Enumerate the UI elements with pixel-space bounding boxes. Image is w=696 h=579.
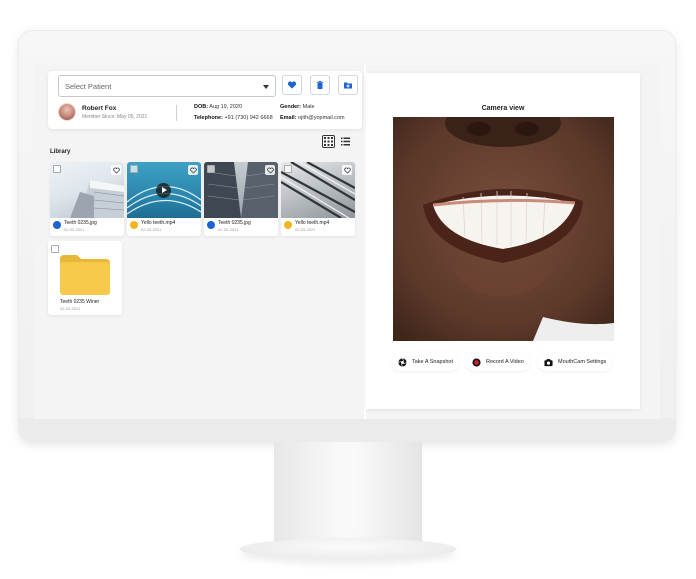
chevron-down-icon: [263, 85, 269, 89]
video-file-icon: [130, 221, 138, 229]
gender-label: Gender:: [280, 104, 302, 110]
grid-view-button[interactable]: [322, 135, 335, 148]
mouthcam-settings-button[interactable]: MouthCam Settings: [538, 353, 613, 371]
patient-select-placeholder: Select Patient: [65, 82, 112, 91]
monitor-stand-neck: [274, 442, 422, 542]
list-view-button[interactable]: [339, 135, 352, 148]
trash-icon: [316, 81, 324, 89]
item-date: 02-03-2021: [141, 227, 162, 232]
camera-title: Camera view: [481, 105, 525, 112]
patient-name: Robert Fox: [82, 105, 117, 112]
camera-view[interactable]: [393, 117, 614, 341]
record-button[interactable]: Record A Video: [466, 353, 530, 371]
telephone-info: Telephone: +91 (730) 942 6668: [194, 115, 273, 121]
item-checkbox[interactable]: [284, 165, 292, 173]
record-label: Record A Video: [486, 359, 524, 365]
monitor-stand-base: [240, 538, 456, 560]
email-label: Email:: [280, 115, 297, 121]
divider: [176, 105, 177, 121]
mouthcam-settings-label: MouthCam Settings: [558, 359, 607, 365]
item-checkbox[interactable]: [53, 165, 61, 173]
library-item[interactable]: Teeth 0235.jpg 02-03-2021: [50, 162, 124, 236]
aperture-icon: [398, 357, 407, 367]
email-info: Email: ojith@yopmail.com: [280, 115, 345, 121]
folder-name: Teeth 0235 Winer: [60, 299, 100, 305]
dob-label: DOB:: [194, 104, 209, 110]
item-name: Teeth 0235.jpg: [218, 220, 251, 226]
folder-icon: [60, 255, 110, 295]
gender-value: Male: [302, 104, 315, 110]
camera-card: Camera view Take A Snapshot Record A Vid…: [366, 73, 640, 409]
library-item[interactable]: Yello teeth.mp4 02-03-2021: [281, 162, 355, 236]
snapshot-button[interactable]: Take A Snapshot: [392, 353, 459, 371]
dob-info: DOB: Aug 19, 2020: [194, 104, 242, 110]
library-item[interactable]: Teeth 0235.jpg 02-03-2021: [204, 162, 278, 236]
item-favorite-button[interactable]: [111, 165, 121, 175]
library-item[interactable]: Yello teeth.mp4 02-03-2021: [127, 162, 201, 236]
folder-date: 02-03-2021: [60, 306, 81, 311]
grid-icon: [324, 137, 333, 146]
gender-info: Gender: Male: [280, 104, 315, 110]
heart-outline-icon: [112, 167, 120, 174]
list-icon: [341, 137, 350, 146]
library-title: Library: [50, 149, 71, 155]
item-checkbox[interactable]: [130, 165, 138, 173]
item-name: Yello teeth.mp4: [295, 220, 330, 226]
email-value: ojith@yopmail.com: [298, 115, 345, 121]
heart-icon: [287, 81, 297, 89]
heart-outline-icon: [343, 167, 351, 174]
play-icon[interactable]: [156, 183, 171, 198]
telephone-label: Telephone:: [194, 115, 223, 121]
camera-feed-image: [393, 117, 614, 341]
delete-button[interactable]: [310, 75, 330, 95]
heart-outline-icon: [189, 167, 197, 174]
folder-plus-icon: [344, 82, 352, 89]
image-file-icon: [53, 221, 61, 229]
camera-panel: Camera view Take A Snapshot Record A Vid…: [366, 65, 660, 419]
video-file-icon: [284, 221, 292, 229]
item-date: 02-03-2021: [295, 227, 316, 232]
dob-value: Aug 19, 2020: [209, 104, 243, 110]
snapshot-label: Take A Snapshot: [412, 359, 453, 365]
add-folder-button[interactable]: [338, 75, 358, 95]
heart-outline-icon: [266, 167, 274, 174]
library-panel: Select Patient Robert Fox Member Since: …: [34, 65, 364, 419]
item-name: Teeth 0235.jpg: [64, 220, 97, 226]
library-folder[interactable]: Teeth 0235 Winer 02-03-2021: [48, 241, 122, 315]
favorite-button[interactable]: [282, 75, 302, 95]
item-date: 02-03-2021: [64, 227, 85, 232]
patient-member-since: Member Since: May 05, 2021: [82, 114, 148, 120]
monitor-chin: [18, 418, 676, 442]
app-screen: Select Patient Robert Fox Member Since: …: [34, 65, 660, 419]
item-name: Yello teeth.mp4: [141, 220, 176, 226]
item-checkbox[interactable]: [51, 245, 59, 253]
patient-select[interactable]: Select Patient: [58, 75, 276, 97]
item-favorite-button[interactable]: [188, 165, 198, 175]
item-checkbox[interactable]: [207, 165, 215, 173]
record-icon: [472, 357, 481, 367]
image-file-icon: [207, 221, 215, 229]
item-favorite-button[interactable]: [342, 165, 352, 175]
camera-icon: [544, 358, 553, 366]
avatar: [58, 103, 76, 121]
telephone-value: +91 (730) 942 6668: [224, 115, 273, 121]
desktop-mockup: Select Patient Robert Fox Member Since: …: [0, 0, 696, 579]
item-date: 02-03-2021: [218, 227, 239, 232]
item-favorite-button[interactable]: [265, 165, 275, 175]
patient-card: Select Patient Robert Fox Member Since: …: [48, 71, 362, 129]
